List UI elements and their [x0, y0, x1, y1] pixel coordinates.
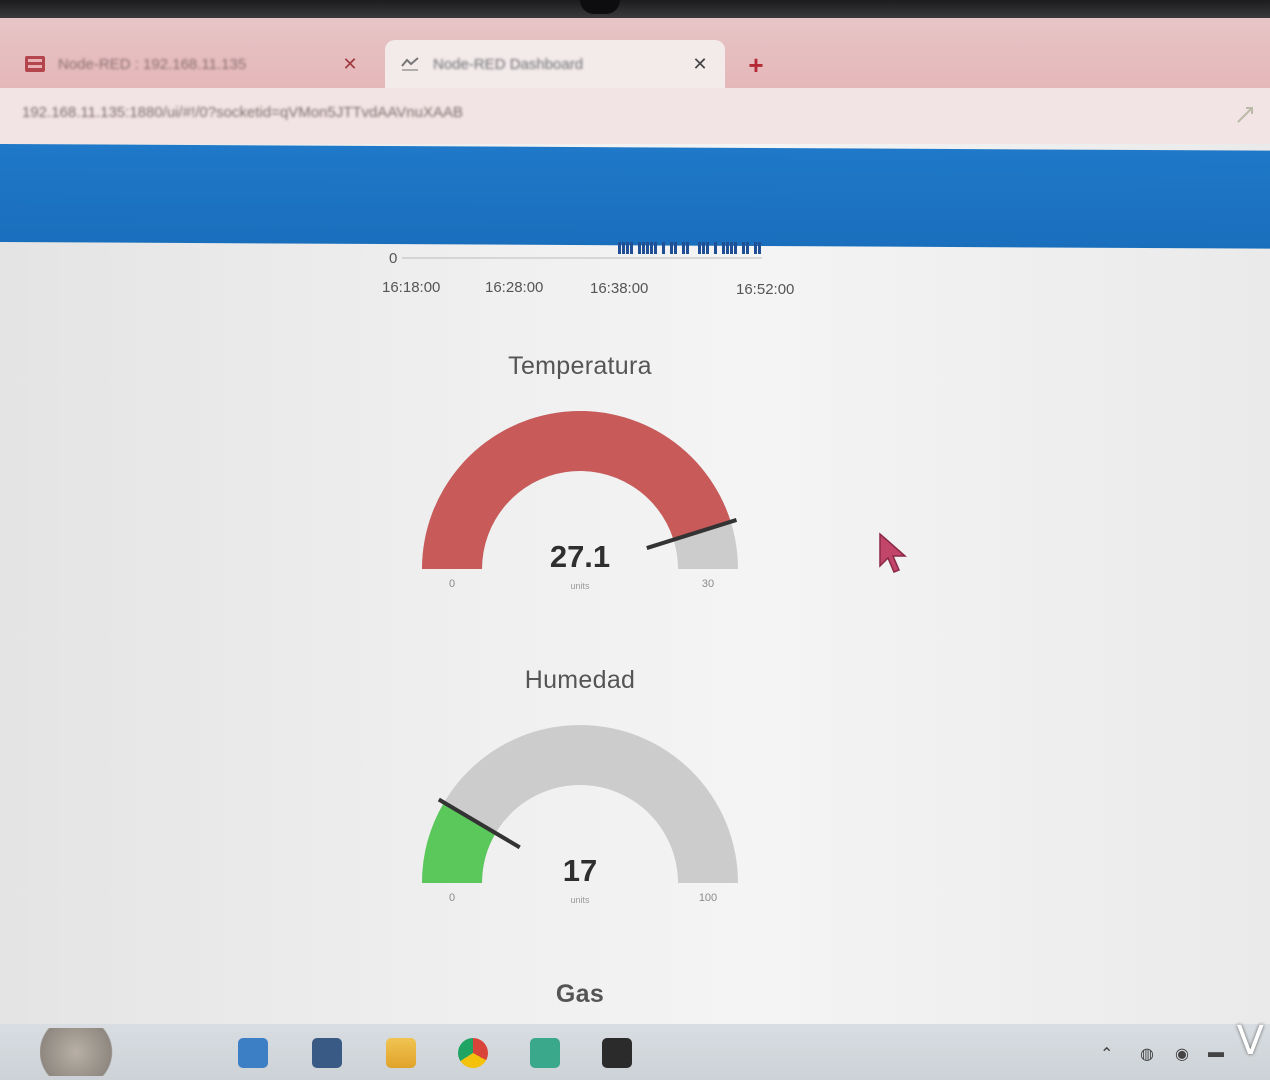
chart-svg: 0 16:18:00 16:28:00 16:38:00 16:52:00 — [382, 242, 794, 298]
x-tick-label: 16:18:00 — [382, 279, 440, 296]
chart-bar — [726, 242, 729, 254]
tray-network-icon[interactable]: ◍ — [1140, 1044, 1154, 1064]
gauge-temperatura: Temperatura 27.1 units 0 30 — [380, 352, 780, 609]
tray-chevron-icon[interactable]: ⌃ — [1100, 1044, 1113, 1064]
monitor-bezel — [0, 0, 1270, 18]
x-tick-label: 16:28:00 — [485, 279, 543, 296]
tab-node-red[interactable]: Node-RED : 192.168.11.135 ✕ — [10, 40, 375, 88]
chart-bar — [742, 242, 745, 254]
new-tab-button[interactable]: + — [742, 51, 770, 79]
y-tick-label: 0 — [389, 250, 397, 267]
humidity-gauge: 17 units 0 100 — [422, 725, 738, 905]
chart-bar — [730, 242, 733, 254]
chart-bar — [670, 242, 673, 254]
chart-bar — [758, 242, 761, 254]
tray-battery-icon[interactable]: ▬ — [1208, 1044, 1224, 1062]
sensor-chart: 0 16:18:00 16:28:00 16:38:00 16:52:00 — [370, 236, 830, 306]
chart-bar — [722, 242, 725, 254]
gauge-value: 27.1 — [550, 539, 610, 574]
chart-bar — [626, 242, 629, 254]
chart-bar — [714, 242, 717, 254]
chart-bar — [622, 242, 625, 254]
temperature-gauge: 27.1 units 0 30 — [422, 411, 738, 591]
chart-bar — [706, 242, 709, 254]
x-tick-label: 16:38:00 — [590, 280, 648, 297]
taskbar: ⌃ ◍ ◉ ▬ — [0, 1024, 1270, 1080]
close-tab-icon[interactable]: ✕ — [689, 54, 711, 75]
video-watermark: V — [1236, 1018, 1264, 1064]
dashboard-toolbar — [0, 144, 1270, 249]
gauge-max-label: 30 — [702, 578, 714, 590]
gauge-unit: units — [570, 581, 590, 591]
url-text[interactable]: 192.168.11.135:1880/ui/#!/0?socketid=qVM… — [22, 104, 463, 121]
chart-bar — [630, 242, 633, 254]
chart-bar — [674, 242, 677, 254]
mouse-cursor-icon — [879, 532, 907, 573]
gauge-humedad: Humedad 17 units 0 100 — [380, 666, 780, 923]
tray-chrome-icon[interactable]: ◉ — [1175, 1044, 1189, 1064]
node-red-icon — [25, 56, 45, 72]
address-bar[interactable]: 192.168.11.135:1880/ui/#!/0?socketid=qVM… — [0, 88, 1270, 145]
terminal-icon[interactable] — [602, 1038, 632, 1068]
chart-bar — [702, 242, 705, 254]
store-icon[interactable] — [312, 1038, 342, 1068]
file-explorer-icon[interactable] — [238, 1038, 268, 1068]
gauge-max-label: 100 — [699, 892, 717, 904]
maps-icon[interactable] — [530, 1038, 560, 1068]
chart-data-marks — [618, 242, 761, 254]
screen: Node-RED : 192.168.11.135 ✕ Node-RED Das… — [0, 18, 1270, 1080]
dashboard-icon — [401, 57, 419, 71]
chrome-icon[interactable] — [458, 1038, 488, 1068]
chart-bar — [746, 242, 749, 254]
chart-bar — [650, 242, 653, 254]
gauge-title: Temperatura — [508, 352, 652, 380]
gauge-title: Humedad — [524, 666, 636, 694]
tab-title: Node-RED Dashboard — [433, 55, 584, 73]
chart-bar — [754, 242, 757, 254]
chart-bar — [618, 242, 621, 254]
gauge-min-label: 0 — [449, 578, 455, 590]
chart-bar — [646, 242, 649, 254]
page-action-icon[interactable] — [1234, 104, 1256, 126]
x-tick-label: 16:52:00 — [736, 281, 794, 298]
chart-bar — [654, 242, 657, 254]
chart-bar — [662, 242, 665, 254]
chart-bar — [686, 242, 689, 254]
chart-bar — [642, 242, 645, 254]
gauge-unit: units — [570, 895, 590, 905]
browser-tabstrip: Node-RED : 192.168.11.135 ✕ Node-RED Das… — [0, 18, 1270, 88]
chart-bar — [698, 242, 701, 254]
gauge-gas: Gas — [380, 980, 780, 1009]
chart-bar — [638, 242, 641, 254]
widget-thumbnail[interactable] — [40, 1028, 130, 1076]
chart-bar — [682, 242, 685, 254]
dashboard-page: 0 16:18:00 16:28:00 16:38:00 16:52:00 Te… — [0, 144, 1270, 1024]
folder-icon[interactable] — [386, 1038, 416, 1068]
close-tab-icon[interactable]: ✕ — [339, 54, 361, 75]
gauge-value: 17 — [563, 853, 597, 888]
tab-dashboard[interactable]: Node-RED Dashboard ✕ — [385, 40, 725, 88]
webcam — [580, 0, 620, 14]
gauge-title: Gas — [555, 980, 605, 1008]
tab-title: Node-RED : 192.168.11.135 — [58, 55, 247, 73]
chart-bar — [734, 242, 737, 254]
gauge-min-label: 0 — [449, 892, 455, 904]
